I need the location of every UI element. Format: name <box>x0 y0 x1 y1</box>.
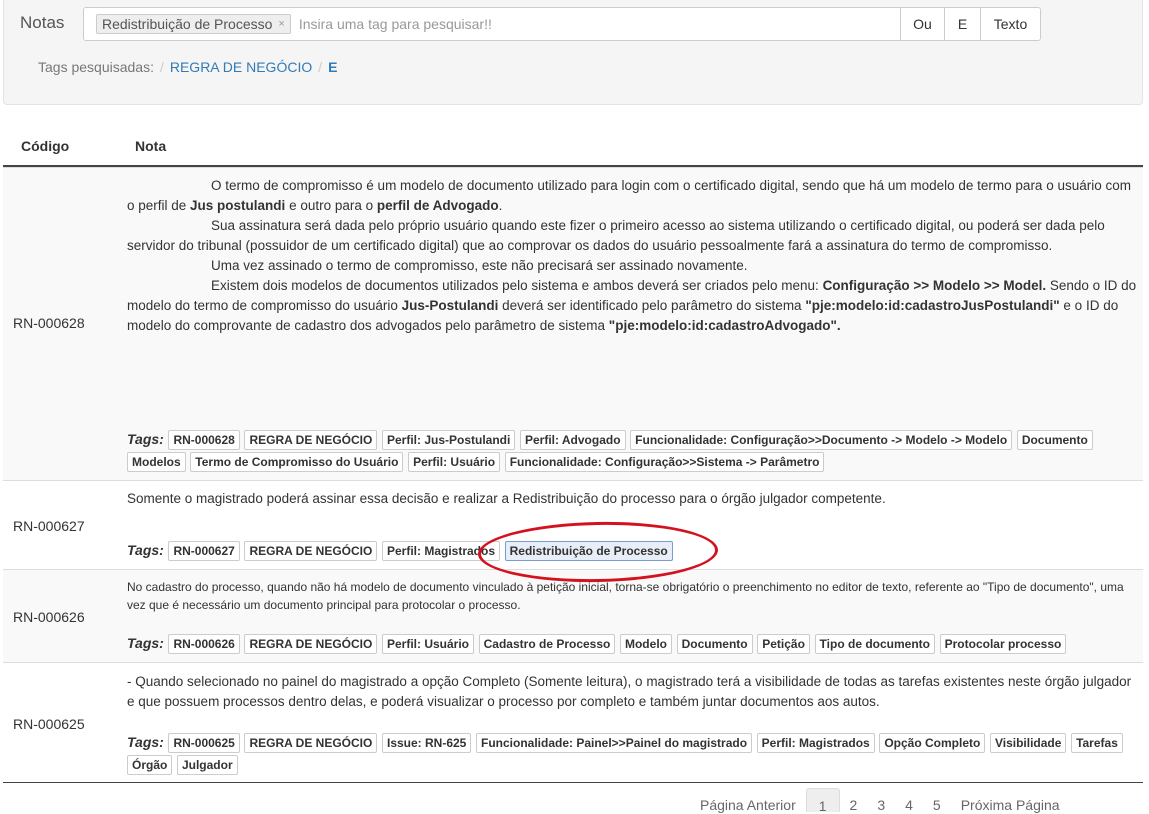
row-note: Somente o magistrado poderá assinar essa… <box>127 491 886 506</box>
note-text: e outro para o <box>285 198 377 213</box>
tag-list: Tags: RN-000625 REGRA DE NEGÓCIO Issue: … <box>127 731 1139 776</box>
row-code: RN-000625 <box>13 716 85 732</box>
chip-remove-icon[interactable]: × <box>278 18 284 30</box>
note-paragraph: Sua assinatura será dada pelo próprio us… <box>127 218 1105 253</box>
breadcrumb-item-e[interactable]: E <box>328 59 337 75</box>
tags-label: Tags: <box>127 431 164 447</box>
tag[interactable]: Perfil: Usuário <box>381 634 475 654</box>
tag[interactable]: RN-000626 <box>168 634 240 654</box>
tag[interactable]: RN-000628 <box>168 430 240 450</box>
tag[interactable]: RN-000627 <box>168 541 240 561</box>
page-link-4[interactable]: 4 <box>895 788 923 813</box>
tag[interactable]: Órgão <box>127 755 173 775</box>
row-code: RN-000626 <box>13 609 85 625</box>
breadcrumb: Tags pesquisadas: / REGRA DE NEGÓCIO / E <box>21 50 355 84</box>
tag[interactable]: Modelo <box>619 634 672 654</box>
tags-label: Tags: <box>127 635 164 651</box>
search-tag-chip[interactable]: Redistribuição de Processo × <box>96 14 291 34</box>
tag[interactable]: REGRA DE NEGÓCIO <box>244 733 378 753</box>
tag-highlighted[interactable]: Redistribuição de Processo <box>504 541 673 561</box>
and-button[interactable]: E <box>944 7 981 41</box>
note-bold: Configuração >> Modelo >> Model. <box>822 278 1047 293</box>
tag-search-box[interactable]: Redistribuição de Processo × <box>83 7 901 41</box>
tag[interactable]: Modelos <box>127 452 186 472</box>
tag[interactable]: Termo de Compromisso do Usuário <box>190 452 404 472</box>
tag-list: Tags: RN-000627 REGRA DE NEGÓCIO Perfil:… <box>127 539 1139 562</box>
page-link-2[interactable]: 2 <box>840 788 868 813</box>
note-bold: Jus-Postulandi <box>401 298 499 313</box>
page-link-1[interactable]: 1 <box>805 788 840 814</box>
table-bottom-divider <box>3 782 1143 783</box>
pagination: Página Anterior 1 2 3 4 5 Próxima Página <box>690 788 1070 814</box>
tag[interactable]: Protocolar processo <box>939 634 1067 654</box>
tag[interactable]: Perfil: Usuário <box>408 452 501 472</box>
breadcrumb-item-regra[interactable]: REGRA DE NEGÓCIO <box>170 59 312 75</box>
tag[interactable]: Opção Completo <box>879 733 986 753</box>
prev-page-link[interactable]: Página Anterior <box>690 788 806 813</box>
tag[interactable]: Perfil: Jus-Postulandi <box>381 430 516 450</box>
tag[interactable]: Tipo de documento <box>814 634 935 654</box>
page-link-5[interactable]: 5 <box>923 788 951 813</box>
note-paragraph: Uma vez assinado o termo de compromisso,… <box>211 258 748 273</box>
table-row: RN-000626 No cadastro do processo, quand… <box>3 569 1143 662</box>
tag[interactable]: REGRA DE NEGÓCIO <box>244 634 378 654</box>
tag[interactable]: Julgador <box>176 755 238 775</box>
or-button[interactable]: Ou <box>900 7 945 41</box>
tag[interactable]: Perfil: Advogado <box>519 430 626 450</box>
tag[interactable]: Funcionalidade: Configuração>>Sistema ->… <box>504 452 825 472</box>
tag[interactable]: REGRA DE NEGÓCIO <box>244 541 378 561</box>
next-page-link[interactable]: Próxima Página <box>951 788 1070 813</box>
tags-label: Tags: <box>127 734 164 750</box>
text-button[interactable]: Texto <box>980 7 1041 41</box>
note-bold: "pje:modelo:id:cadastroJusPostulandi" <box>805 298 1060 313</box>
note-bold: "pje:modelo:id:cadastroAdvogado". <box>608 318 841 333</box>
breadcrumb-separator: / <box>318 59 323 75</box>
tag-list: Tags: RN-000628 REGRA DE NEGÓCIO Perfil:… <box>127 428 1139 473</box>
row-code: RN-000628 <box>13 315 85 331</box>
column-header-note: Nota <box>135 138 167 154</box>
row-note: O termo de compromisso é um modelo de do… <box>127 176 1137 336</box>
row-note: No cadastro do processo, quando não há m… <box>127 580 1124 612</box>
table-row: RN-000627 Somente o magistrado poderá as… <box>3 480 1143 569</box>
tag[interactable]: Cadastro de Processo <box>478 634 616 654</box>
panel-title: Notas <box>20 13 65 32</box>
note-text: deverá ser identificado pelo parâmetro d… <box>498 298 806 313</box>
tag[interactable]: Visibilidade <box>989 733 1067 753</box>
tag[interactable]: Funcionalidade: Configuração>>Documento … <box>630 430 1013 450</box>
chip-label: Redistribuição de Processo <box>102 16 273 32</box>
row-note: - Quando selecionado no painel do magist… <box>127 674 1132 709</box>
breadcrumb-separator: / <box>159 59 164 75</box>
tag-search-input[interactable] <box>296 15 877 33</box>
tag[interactable]: RN-000625 <box>168 733 240 753</box>
tag[interactable]: Tarefas <box>1071 733 1123 753</box>
tag[interactable]: Issue: RN-625 <box>381 733 472 753</box>
row-code: RN-000627 <box>13 518 85 534</box>
tag[interactable]: Petição <box>757 634 810 654</box>
table-row: RN-000625 - Quando selecionado no painel… <box>3 662 1143 782</box>
tags-label: Tags: <box>127 542 164 558</box>
page-link-3[interactable]: 3 <box>867 788 895 813</box>
breadcrumb-label: Tags pesquisadas: <box>38 59 154 75</box>
note-text: Existem dois modelos de documentos utili… <box>211 278 823 293</box>
note-bold: perfil de Advogado <box>376 198 499 213</box>
note-bold: Jus postulandi <box>190 198 286 213</box>
tag[interactable]: Funcionalidade: Painel>>Painel do magist… <box>475 733 753 753</box>
note-text: . <box>498 198 503 213</box>
column-header-code: Código <box>21 138 70 154</box>
tag[interactable]: Documento <box>1016 430 1093 450</box>
tag[interactable]: Perfil: Magistrados <box>756 733 875 753</box>
table-row: RN-000628 O termo de compromisso é um mo… <box>3 167 1143 480</box>
tag[interactable]: Perfil: Magistrados <box>381 541 501 561</box>
tag[interactable]: REGRA DE NEGÓCIO <box>244 430 378 450</box>
search-panel: Notas Redistribuição de Processo × Ou E … <box>3 0 1143 105</box>
tag-list: Tags: RN-000626 REGRA DE NEGÓCIO Perfil:… <box>127 632 1139 655</box>
tag[interactable]: Documento <box>676 634 753 654</box>
